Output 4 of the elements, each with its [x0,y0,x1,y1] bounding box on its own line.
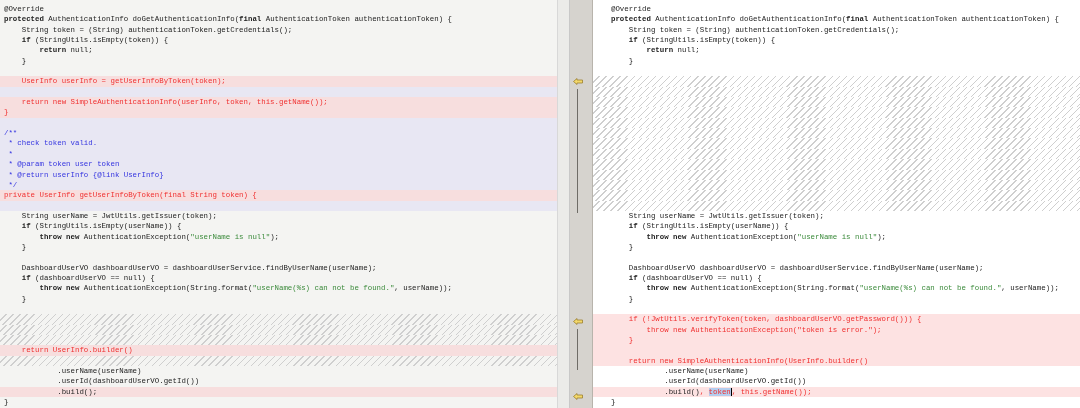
left-arrow-icon[interactable] [573,392,583,400]
left-arrow-icon[interactable] [573,318,583,326]
left-arrow-icon[interactable] [573,78,583,86]
splitter-bar[interactable] [557,0,570,408]
